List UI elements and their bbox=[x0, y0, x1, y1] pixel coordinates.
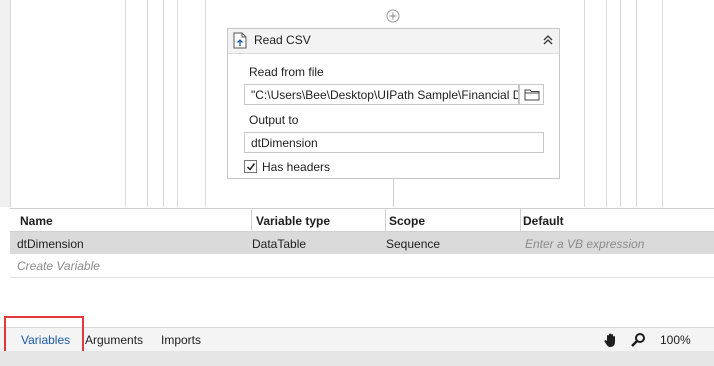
read-csv-activity[interactable]: Read CSV Read from file "C:\Users\Bee\De… bbox=[227, 28, 560, 179]
nesting-guide-line bbox=[620, 0, 621, 207]
output-to-input[interactable]: dtDimension bbox=[244, 132, 544, 153]
has-headers-label: Has headers bbox=[262, 160, 331, 174]
variable-name-cell[interactable]: dtDimension bbox=[17, 237, 84, 251]
nesting-guide-line bbox=[205, 0, 206, 207]
create-variable-label[interactable]: Create Variable bbox=[17, 259, 100, 273]
zoom-level[interactable]: 100% bbox=[660, 333, 691, 347]
column-header-variable-type[interactable]: Variable type bbox=[256, 214, 330, 228]
nesting-guide-line bbox=[606, 0, 607, 207]
has-headers-checkbox[interactable] bbox=[244, 160, 257, 173]
connector-line bbox=[393, 179, 394, 207]
vertical-scrollbar[interactable] bbox=[0, 0, 11, 207]
folder-icon bbox=[524, 88, 540, 101]
variable-type-cell[interactable]: DataTable bbox=[252, 237, 306, 251]
column-header-scope[interactable]: Scope bbox=[389, 214, 425, 228]
read-csv-icon bbox=[232, 32, 248, 49]
activity-header[interactable]: Read CSV bbox=[228, 29, 559, 54]
variables-header-row: Name Variable type Scope Default bbox=[10, 209, 714, 232]
nesting-guide-line bbox=[584, 0, 585, 207]
tab-arguments[interactable]: Arguments bbox=[85, 333, 143, 347]
read-from-file-input[interactable]: "C:\Users\Bee\Desktop\UIPath Sample\Fina… bbox=[244, 84, 519, 105]
checkmark-icon bbox=[246, 161, 256, 171]
read-from-file-label: Read from file bbox=[249, 65, 324, 79]
nesting-guide-line bbox=[147, 0, 148, 207]
table-row[interactable]: dtDimension DataTable Sequence Enter a V… bbox=[10, 232, 714, 254]
hand-pan-icon[interactable] bbox=[603, 332, 619, 348]
variable-scope-cell[interactable]: Sequence bbox=[386, 237, 440, 251]
designer-canvas[interactable]: Read CSV Read from file "C:\Users\Bee\De… bbox=[0, 0, 714, 207]
nesting-guide-line bbox=[163, 0, 164, 207]
output-to-label: Output to bbox=[249, 113, 299, 127]
variables-panel: Name Variable type Scope Default dtDimen… bbox=[10, 208, 714, 327]
zoom-magnifier-icon[interactable] bbox=[630, 332, 646, 348]
activity-title: Read CSV bbox=[254, 33, 311, 47]
tab-imports[interactable]: Imports bbox=[161, 333, 201, 347]
nesting-guide-line bbox=[636, 0, 637, 207]
create-variable-row[interactable]: Create Variable bbox=[10, 255, 714, 278]
column-header-name[interactable]: Name bbox=[20, 214, 53, 228]
nesting-guide-line bbox=[125, 0, 126, 207]
variable-default-cell[interactable]: Enter a VB expression bbox=[525, 237, 644, 251]
browse-folder-button[interactable] bbox=[519, 84, 544, 105]
column-header-default[interactable]: Default bbox=[523, 214, 564, 228]
collapse-icon[interactable] bbox=[542, 34, 554, 46]
bottom-panel-tabs: Variables Arguments Imports 100% bbox=[0, 327, 714, 352]
nesting-guide-line bbox=[662, 0, 663, 207]
add-activity-icon[interactable] bbox=[386, 9, 400, 23]
nesting-guide-line bbox=[177, 0, 178, 207]
status-strip bbox=[0, 351, 714, 366]
